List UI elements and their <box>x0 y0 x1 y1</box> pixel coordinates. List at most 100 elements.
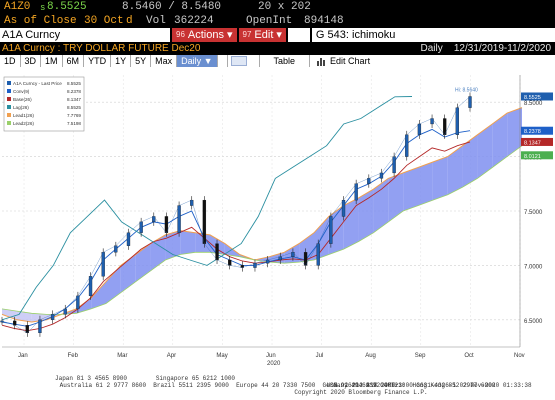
legend-swatch <box>7 97 11 101</box>
chart-toolbar: 1D 3D 1M 6M YTD 1Y 5Y Max Daily ▼ Table … <box>0 55 555 67</box>
ticker: A1Z0 <box>4 1 31 13</box>
candle-body <box>215 243 219 261</box>
range-ytd-button[interactable]: YTD <box>84 55 112 67</box>
chart-area[interactable]: 8.50008.00007.50007.00006.5000JanFebMarA… <box>0 67 555 367</box>
candle-body <box>430 118 434 125</box>
vol-label: Vol <box>146 15 166 27</box>
range-6m-button[interactable]: 6M <box>63 55 85 67</box>
x-tick-label: Oct <box>464 353 474 359</box>
candle-body <box>379 172 384 179</box>
conversion-line <box>1 128 471 327</box>
candle-body <box>329 216 333 244</box>
footer-copyright: Copyright 2020 Bloomberg Finance L.P. <box>294 389 428 396</box>
footer: Australia 61 2 9777 8600 Brazil 5511 239… <box>0 367 555 400</box>
chevron-down-icon: ▾ <box>226 29 233 41</box>
cloud-segment <box>447 145 463 195</box>
x-tick-label: Jun <box>266 353 276 359</box>
range-1y-button[interactable]: 1Y <box>111 55 132 67</box>
toolbar-separator <box>250 55 260 67</box>
command-spacer <box>287 28 310 42</box>
period: Daily <box>420 43 443 54</box>
legend-label: Lag(26) <box>13 105 29 110</box>
candle-body <box>63 308 67 315</box>
cloud-segment <box>432 156 448 201</box>
candle-body <box>88 276 93 297</box>
x-tick-label: Sep <box>415 353 426 359</box>
legend-swatch <box>7 89 11 93</box>
price-tag-label: 8.1347 <box>524 140 541 146</box>
candle-body <box>114 245 118 253</box>
range-5y-button[interactable]: 5Y <box>131 55 152 67</box>
candle-body <box>316 243 320 266</box>
x-tick-label: Mar <box>117 353 127 359</box>
x-tick-label: Jul <box>316 353 324 359</box>
legend-value: 8.5525 <box>67 105 81 110</box>
range-1m-button[interactable]: 1M <box>41 55 63 67</box>
high-annotation: Hi: 8.5640 <box>455 87 478 93</box>
candle-body <box>253 263 257 268</box>
cloud-segment <box>403 167 418 211</box>
candle-body <box>50 314 55 320</box>
range-3d-button[interactable]: 3D <box>21 55 42 67</box>
x-tick-label: Feb <box>68 353 79 359</box>
candle-body <box>455 107 460 135</box>
legend: A1A Curncy - Last Price 8.5525 Conv(9) 8.23… <box>3 76 85 132</box>
toolbar-separator <box>218 55 228 67</box>
actions-number: 96 <box>176 30 185 39</box>
chart-title-bar: A1A Curncy : TRY DOLLAR FUTURE Dec20 Dai… <box>0 43 555 55</box>
cloud-segment <box>388 172 404 222</box>
period-range: Daily 12/31/2019-11/2/2020 <box>421 43 551 55</box>
y-tick-label: 7.0000 <box>524 264 543 270</box>
x-tick-label: Nov <box>514 353 525 359</box>
actions-label: Actions <box>187 29 224 41</box>
lead1-line <box>1 107 523 323</box>
legend-value: 8.2378 <box>67 89 81 94</box>
open-interest-label: OpenInt <box>246 15 293 27</box>
legend-swatch <box>7 81 11 85</box>
y-tick-label: 8.5000 <box>524 101 543 107</box>
legend-value: 7.7769 <box>67 113 81 118</box>
edit-chart-button[interactable]: Edit Chart <box>310 56 376 66</box>
chart-type-icon[interactable] <box>230 56 247 66</box>
edit-chart-label: Edit Chart <box>330 56 371 66</box>
edit-label: Edit <box>254 29 274 41</box>
price-tag-label: 8.5525 <box>524 95 541 101</box>
actions-button[interactable]: 96 Actions ▾ <box>172 28 237 42</box>
ichimoku-chart[interactable]: 8.50008.00007.50007.00006.5000JanFebMarA… <box>0 67 555 367</box>
bid-ask-size: 20 x 202 <box>258 1 311 13</box>
x-tick-label: Apr <box>167 353 176 359</box>
range-max-button[interactable]: Max <box>151 55 178 67</box>
function-name: G 543: ichimoku <box>311 28 555 42</box>
candle-body <box>367 178 371 184</box>
volume: 362224 <box>174 15 214 27</box>
candle-body <box>354 183 358 201</box>
legend-label: Lead1(26) <box>13 113 34 118</box>
x-tick-label: Jan <box>18 353 28 359</box>
date-range: 12/31/2019-11/2/2020 <box>453 43 551 54</box>
legend-label: A1A Curncy - Last Price <box>13 81 62 86</box>
bar-chart-icon <box>317 58 326 66</box>
y-tick-label: 7.5000 <box>524 210 543 216</box>
ichimoku-cloud <box>1 107 523 323</box>
candle-body <box>152 216 156 223</box>
quote-date-suffix: d <box>126 15 133 27</box>
legend-value: 8.5525 <box>67 81 81 86</box>
edit-button[interactable]: 97 Edit ▾ <box>238 28 286 42</box>
candle-body <box>177 205 181 233</box>
last-prefix: s <box>40 3 46 13</box>
footer-session: SN 926204 AST GMT+3:00 G631-4326-1 02-No… <box>330 382 532 389</box>
candle-body <box>202 199 207 244</box>
frequency-dropdown[interactable]: Daily ▼ <box>177 55 218 67</box>
candle-body <box>392 156 396 174</box>
candle-body <box>126 232 131 246</box>
candle-body <box>76 295 80 310</box>
candle-body <box>341 199 346 217</box>
command-bar: A1A Curncy 96 Actions ▾ 97 Edit ▾ G 543:… <box>0 28 555 42</box>
quote-date: 30 Oct <box>84 15 124 27</box>
legend-swatch <box>7 121 11 125</box>
range-1d-button[interactable]: 1D <box>0 55 21 67</box>
security-field[interactable]: A1A Curncy <box>0 28 170 42</box>
price-tag-label: 8.0121 <box>524 154 541 160</box>
table-button[interactable]: Table <box>260 55 311 67</box>
legend-value: 8.1347 <box>67 97 81 102</box>
